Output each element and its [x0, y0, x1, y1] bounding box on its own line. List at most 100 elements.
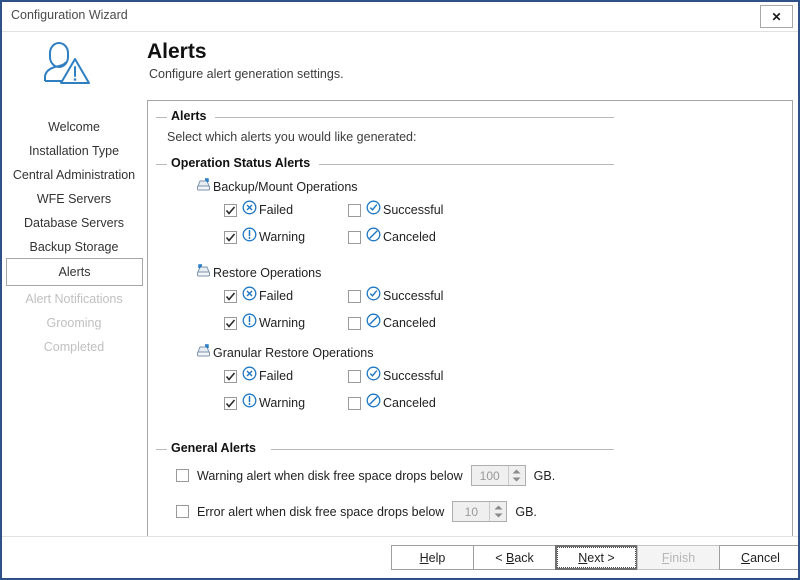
- canceled-circle-icon: [366, 227, 381, 247]
- checkbox-box[interactable]: [176, 469, 189, 482]
- chevron-up-icon[interactable]: [494, 505, 503, 510]
- sidebar-item-wfe-servers[interactable]: WFE Servers: [6, 187, 142, 211]
- checkbox-box[interactable]: [224, 231, 237, 244]
- checkbox-box[interactable]: [224, 317, 237, 330]
- canceled-circle-icon: [366, 313, 381, 333]
- check-icon: [225, 205, 236, 216]
- chevron-down-icon[interactable]: [494, 513, 503, 518]
- checkbox-backup-failed[interactable]: Failed: [224, 200, 293, 220]
- sidebar-item-alerts[interactable]: Alerts: [6, 258, 143, 286]
- help-button[interactable]: Help: [391, 545, 474, 570]
- spinner-arrows[interactable]: [508, 466, 525, 485]
- section-heading-label: Restore Operations: [213, 266, 321, 280]
- spinner-arrows[interactable]: [489, 502, 506, 521]
- sidebar-item-central-administration[interactable]: Central Administration: [6, 163, 142, 187]
- general-alert-label: Warning alert when disk free space drops…: [197, 469, 463, 483]
- error-circle-icon: [242, 200, 257, 220]
- check-icon: [225, 291, 236, 302]
- backup-operation-icon: [196, 178, 211, 195]
- close-glyph: ✕: [771, 11, 781, 23]
- checkbox-box[interactable]: [224, 370, 237, 383]
- help-label-rest: elp: [429, 551, 446, 565]
- next-button[interactable]: Next >: [555, 545, 638, 570]
- success-circle-icon: [366, 286, 381, 306]
- checkbox-box[interactable]: [348, 397, 361, 410]
- checkbox-box[interactable]: [224, 290, 237, 303]
- chevron-down-icon[interactable]: [512, 477, 521, 482]
- success-circle-icon: [366, 200, 381, 220]
- granular-restore-operation-icon: [196, 344, 211, 361]
- checkbox-restore-successful[interactable]: Successful: [348, 286, 443, 306]
- checkbox-label: Canceled: [383, 396, 436, 410]
- checkbox-label: Failed: [259, 289, 293, 303]
- cancel-button[interactable]: Cancel: [719, 545, 800, 570]
- section-heading-restore: Restore Operations: [196, 264, 321, 281]
- section-heading-granular-restore: Granular Restore Operations: [196, 344, 374, 361]
- next-mnemonic: N: [578, 551, 587, 565]
- spinner-value: 100: [472, 466, 508, 485]
- canceled-circle-icon: [366, 393, 381, 413]
- checkbox-backup-canceled[interactable]: Canceled: [348, 227, 436, 247]
- spinner-value: 10: [453, 502, 489, 521]
- checkbox-label: Successful: [383, 369, 443, 383]
- disk-free-error-spinner[interactable]: 10: [452, 501, 507, 522]
- checkbox-restore-failed[interactable]: Failed: [224, 286, 293, 306]
- checkbox-box[interactable]: [348, 204, 361, 217]
- checkbox-label: Successful: [383, 289, 443, 303]
- checkbox-restore-warning[interactable]: Warning: [224, 313, 305, 333]
- general-alert-row-error[interactable]: Error alert when disk free space drops b…: [176, 501, 537, 522]
- checkbox-box[interactable]: [348, 290, 361, 303]
- operation-status-group-label: Operation Status Alerts: [167, 156, 314, 170]
- warning-circle-icon: [242, 313, 257, 333]
- sidebar-item-alert-notifications: Alert Notifications: [6, 287, 142, 311]
- wizard-step-sidebar: Welcome Installation Type Central Admini…: [6, 106, 142, 366]
- back-button[interactable]: < Back: [473, 545, 556, 570]
- checkbox-granular-successful[interactable]: Successful: [348, 366, 443, 386]
- checkbox-box[interactable]: [348, 231, 361, 244]
- sidebar-item-installation-type[interactable]: Installation Type: [6, 139, 142, 163]
- title-bar-divider: [2, 31, 798, 32]
- checkbox-granular-failed[interactable]: Failed: [224, 366, 293, 386]
- sidebar-item-database-servers[interactable]: Database Servers: [6, 211, 142, 235]
- next-label-rest: ext >: [587, 551, 614, 565]
- general-alert-unit: GB.: [534, 469, 556, 483]
- check-icon: [225, 398, 236, 409]
- checkbox-box[interactable]: [348, 317, 361, 330]
- checkbox-backup-warning[interactable]: Warning: [224, 227, 305, 247]
- checkbox-label: Canceled: [383, 230, 436, 244]
- alerts-group-line: [215, 117, 614, 118]
- checkbox-backup-successful[interactable]: Successful: [348, 200, 443, 220]
- checkbox-granular-warning[interactable]: Warning: [224, 393, 305, 413]
- back-label-pre: <: [495, 551, 506, 565]
- error-circle-icon: [242, 286, 257, 306]
- finish-mnemonic: F: [662, 551, 670, 565]
- checkbox-box[interactable]: [348, 370, 361, 383]
- page-title: Alerts: [147, 40, 207, 64]
- general-alerts-group-line: [271, 449, 614, 450]
- alerts-group-dash: [156, 117, 167, 118]
- checkbox-granular-canceled[interactable]: Canceled: [348, 393, 436, 413]
- page-subtitle: Configure alert generation settings.: [149, 67, 344, 81]
- checkbox-box[interactable]: [224, 204, 237, 217]
- sidebar-item-completed: Completed: [6, 335, 142, 359]
- check-icon: [225, 371, 236, 382]
- sidebar-item-welcome[interactable]: Welcome: [6, 115, 142, 139]
- error-circle-icon: [242, 366, 257, 386]
- general-alert-row-warning[interactable]: Warning alert when disk free space drops…: [176, 465, 555, 486]
- sidebar-item-backup-storage[interactable]: Backup Storage: [6, 235, 142, 259]
- checkbox-label: Successful: [383, 203, 443, 217]
- general-alert-label: Error alert when disk free space drops b…: [197, 505, 444, 519]
- checkbox-box[interactable]: [176, 505, 189, 518]
- checkbox-label: Failed: [259, 369, 293, 383]
- checkbox-restore-canceled[interactable]: Canceled: [348, 313, 436, 333]
- chevron-up-icon[interactable]: [512, 469, 521, 474]
- section-heading-label: Granular Restore Operations: [213, 346, 374, 360]
- restore-operation-icon: [196, 264, 211, 281]
- close-icon[interactable]: ✕: [760, 5, 793, 28]
- checkbox-box[interactable]: [224, 397, 237, 410]
- user-warning-icon: [35, 34, 99, 90]
- general-alerts-group-label: General Alerts: [167, 441, 260, 455]
- disk-free-warning-spinner[interactable]: 100: [471, 465, 526, 486]
- section-heading-backup-mount: Backup/Mount Operations: [196, 178, 358, 195]
- checkbox-label: Canceled: [383, 316, 436, 330]
